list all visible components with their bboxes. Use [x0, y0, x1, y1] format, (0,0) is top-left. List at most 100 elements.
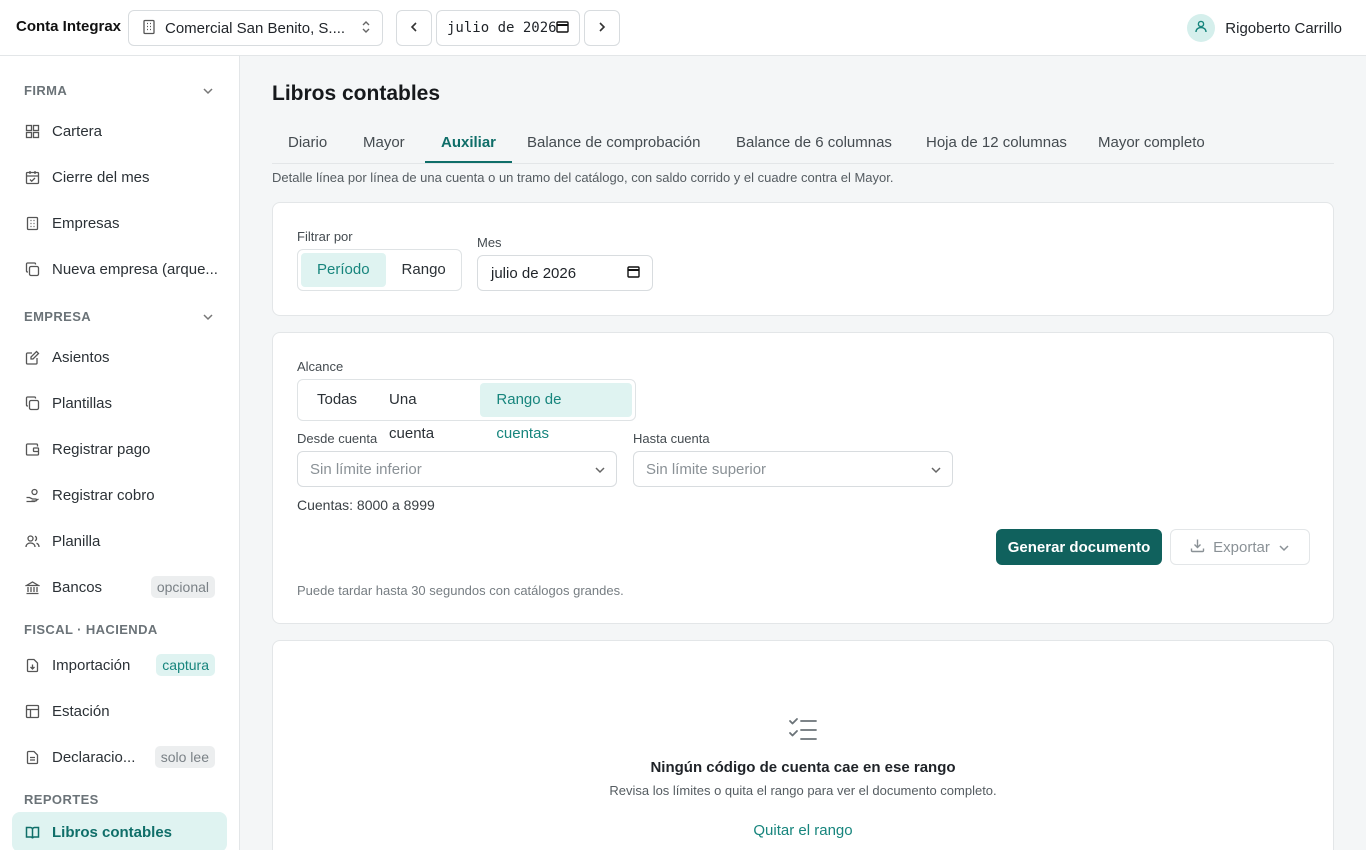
scope-option-todas[interactable]: Todas	[301, 383, 373, 417]
sidebar-item-planilla[interactable]: Planilla	[12, 521, 227, 561]
filter-mode-toggle: Período Rango	[297, 249, 462, 291]
sidebar-item-cartera[interactable]: Cartera	[12, 111, 227, 151]
previous-month-button[interactable]	[396, 10, 432, 46]
to-account-label: Hasta cuenta	[633, 431, 710, 446]
sidebar-item-label: Asientos	[52, 348, 110, 366]
tab-balance-de-6-columnas[interactable]: Balance de 6 columnas	[720, 124, 908, 163]
status-badge: captura	[156, 654, 215, 676]
sidebar-item-label: Declaracio...	[52, 748, 136, 766]
month-picker[interactable]: julio de 2026	[436, 10, 580, 46]
company-name: Comercial San Benito, S....	[165, 19, 346, 37]
filter-by-label: Filtrar por	[297, 229, 353, 244]
chevron-right-icon	[597, 20, 607, 36]
section-title: FIRMA	[24, 83, 68, 98]
accounts-range-hint: Cuentas: 8000 a 8999	[297, 497, 435, 513]
page-title: Libros contables	[272, 82, 441, 105]
sidebar-item-label: Cartera	[52, 122, 103, 140]
from-account-label: Desde cuenta	[297, 431, 378, 446]
sidebar-item-estacion[interactable]: Estación	[12, 691, 227, 731]
scope-option-una-cuenta[interactable]: Una cuenta	[373, 383, 480, 442]
section-title: FISCAL · HACIENDA	[24, 622, 158, 637]
user-name: Rigoberto Carrillo	[1225, 19, 1342, 37]
scope-card: Alcance Todas Una cuenta Rango de cuenta…	[272, 332, 1334, 624]
month-label: Mes	[477, 235, 502, 250]
sidebar-item-registrar-cobro[interactable]: Registrar cobro	[12, 475, 227, 515]
chevron-down-icon	[202, 309, 214, 324]
status-badge: opcional	[150, 576, 215, 598]
section-title: EMPRESA	[24, 309, 92, 324]
sidebar-section-firma[interactable]: FIRMA	[24, 83, 214, 98]
chevron-down-icon	[1278, 539, 1290, 556]
file-text-icon	[24, 749, 40, 765]
edit-note-icon	[24, 349, 40, 365]
to-account-select[interactable]: Sin límite superior	[633, 451, 953, 487]
tab-mayor[interactable]: Mayor	[347, 124, 421, 163]
tab-mayor-completo[interactable]: Mayor completo	[1082, 124, 1221, 163]
from-account-select[interactable]: Sin límite inferior	[297, 451, 617, 487]
sidebar: FIRMA Cartera Cierre del mes Empresas Nu…	[0, 56, 240, 850]
chevron-left-icon	[409, 20, 419, 36]
month-field-value: julio de 2026	[491, 264, 577, 282]
list-checks-icon	[788, 717, 818, 746]
export-button[interactable]: Exportar	[1170, 529, 1310, 565]
sidebar-item-libros-contables[interactable]: Libros contables	[12, 812, 227, 850]
month-picker-value: julio de 2026	[447, 20, 556, 36]
from-account-placeholder: Sin límite inferior	[310, 460, 422, 478]
sidebar-item-plantillas[interactable]: Plantillas	[12, 383, 227, 423]
filter-card: Filtrar por Período Rango Mes julio de 2…	[272, 202, 1334, 316]
empty-state-card: Ningún código de cuenta cae en ese rango…	[272, 640, 1334, 850]
user-menu[interactable]: Rigoberto Carrillo	[1187, 14, 1342, 42]
sidebar-item-importacion[interactable]: Importación captura	[12, 645, 227, 685]
sidebar-item-label: Planilla	[52, 532, 101, 550]
sidebar-item-declaraciones[interactable]: Declaracio... solo lee	[12, 737, 227, 777]
sidebar-item-empresas[interactable]: Empresas	[12, 203, 227, 243]
sidebar-section-empresa[interactable]: EMPRESA	[24, 309, 214, 324]
wallet-icon	[24, 441, 40, 457]
filter-option-rango[interactable]: Rango	[386, 253, 462, 287]
calendar-icon[interactable]	[627, 265, 640, 282]
calendar-check-icon	[24, 169, 40, 185]
bank-icon	[24, 579, 40, 595]
building-icon	[24, 215, 40, 231]
sidebar-item-cierre-del-mes[interactable]: Cierre del mes	[12, 157, 227, 197]
month-field[interactable]: julio de 2026	[477, 255, 653, 291]
sidebar-item-nueva-empresa[interactable]: Nueva empresa (arque...	[12, 249, 227, 289]
next-month-button[interactable]	[584, 10, 620, 46]
tab-diario[interactable]: Diario	[272, 124, 343, 163]
sidebar-item-label: Importación	[52, 656, 131, 674]
chevron-down-icon	[202, 83, 214, 98]
building-icon	[141, 19, 157, 38]
to-account-placeholder: Sin límite superior	[646, 460, 767, 478]
sidebar-item-label: Bancos	[52, 578, 103, 596]
tab-hoja-de-12-columnas[interactable]: Hoja de 12 columnas	[910, 124, 1083, 163]
tab-auxiliar[interactable]: Auxiliar	[425, 124, 513, 163]
sidebar-item-label: Libros contables	[52, 823, 173, 841]
sidebar-item-bancos[interactable]: Bancos opcional	[12, 567, 227, 607]
empty-state-subtitle: Revisa los límites o quita el rango para…	[609, 783, 997, 798]
scope-option-rango-de-cuentas[interactable]: Rango de cuentas	[480, 383, 632, 442]
generate-document-button[interactable]: Generar documento	[996, 529, 1162, 565]
empty-state-title: Ningún código de cuenta cae en ese rango	[650, 759, 956, 776]
copy-icon	[24, 261, 40, 277]
export-label: Exportar	[1213, 538, 1270, 556]
hand-coins-icon	[24, 487, 40, 503]
filter-option-periodo[interactable]: Período	[301, 253, 386, 287]
tab-balance-de-comprobacion[interactable]: Balance de comprobación	[511, 124, 716, 163]
copy-icon	[24, 395, 40, 411]
sidebar-item-label: Registrar pago	[52, 440, 151, 458]
chevron-down-icon	[594, 461, 606, 478]
scope-toggle: Todas Una cuenta Rango de cuentas	[297, 379, 636, 442]
sidebar-item-label: Registrar cobro	[52, 486, 155, 504]
page-description: Detalle línea por línea de una cuenta o …	[272, 170, 894, 185]
sidebar-item-registrar-pago[interactable]: Registrar pago	[12, 429, 227, 469]
sidebar-item-label: Plantillas	[52, 394, 113, 412]
sidebar-item-label: Estación	[52, 702, 110, 720]
sidebar-item-asientos[interactable]: Asientos	[12, 337, 227, 377]
app-title: Conta Integrax	[16, 18, 122, 35]
company-selector[interactable]: Comercial San Benito, S....	[128, 10, 383, 46]
calendar-icon[interactable]	[556, 20, 569, 37]
remove-range-link[interactable]: Quitar el rango	[273, 822, 1333, 839]
performance-note: Puede tardar hasta 30 segundos con catál…	[297, 583, 624, 598]
top-bar: Conta Integrax Comercial San Benito, S..…	[0, 0, 1366, 56]
sidebar-section-fiscal: FISCAL · HACIENDA	[24, 622, 214, 637]
